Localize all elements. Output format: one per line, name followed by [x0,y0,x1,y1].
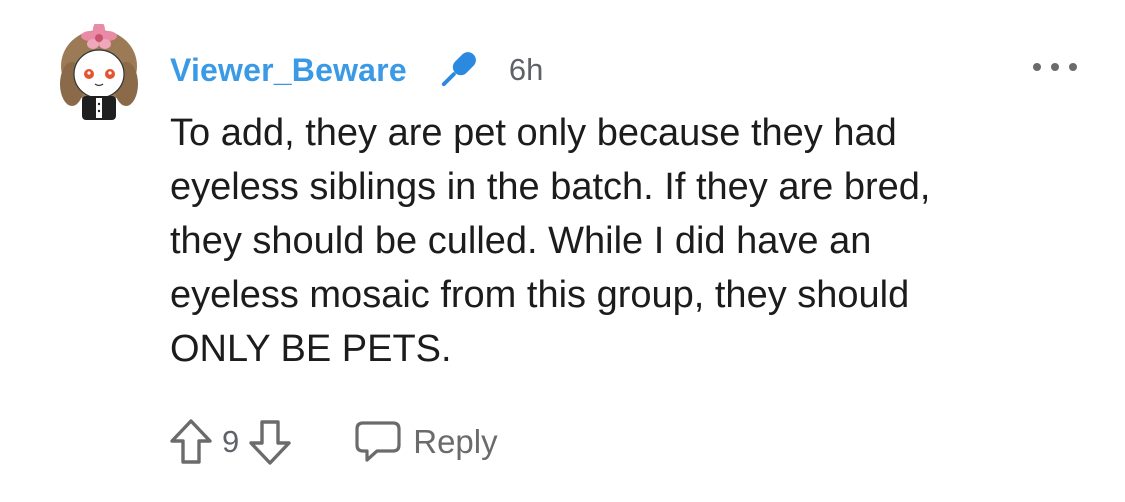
comment-line: To add, they are pet only because they h… [170,112,897,154]
comment-actions: 9 Reply [168,412,498,472]
vote-score: 9 [222,424,240,459]
speech-bubble-icon [353,419,403,465]
more-dots-icon [1033,63,1041,71]
microphone-icon [433,45,483,95]
comment-body: To add, they are pet only because they h… [170,106,1070,376]
avatar[interactable] [60,21,138,120]
avatar-image [60,21,138,120]
comment-line: eyeless siblings in the batch. If they a… [170,166,931,208]
downvote-button[interactable] [247,417,293,467]
comment-card: Viewer_Beware 6h To add, they are pet on… [0,0,1125,502]
comment-line: eyeless mosaic from this group, they sho… [170,274,910,316]
reply-label: Reply [413,423,498,460]
reply-button[interactable]: Reply [353,419,498,465]
upvote-button[interactable] [168,417,214,467]
comment-line: they should be culled. While I did have … [170,220,872,262]
more-dots-icon [1069,63,1077,71]
upvote-arrow-icon [170,419,212,464]
more-dots-icon [1051,63,1059,71]
more-options-button[interactable] [1033,56,1077,78]
downvote-arrow-icon [249,420,291,465]
comment-timestamp: 6h [508,52,544,87]
comment-header: Viewer_Beware 6h [170,44,543,96]
username-link[interactable]: Viewer_Beware [170,52,407,89]
comment-line: ONLY BE PETS. [170,328,452,370]
